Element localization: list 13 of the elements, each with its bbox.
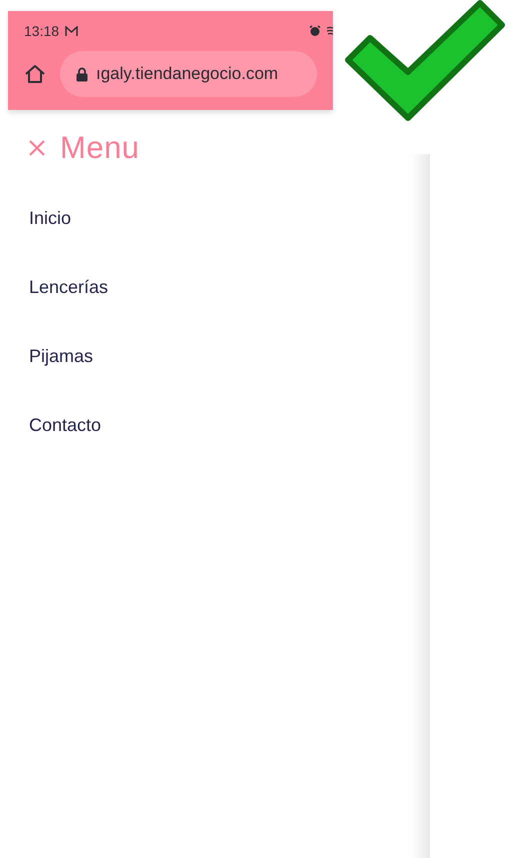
menu-item[interactable]: Lencerías xyxy=(29,277,108,298)
wifi-icon xyxy=(327,25,333,37)
lock-icon xyxy=(76,66,88,82)
mail-icon xyxy=(65,26,78,36)
menu-item[interactable]: Pijamas xyxy=(29,346,94,367)
status-time: 13:18 xyxy=(24,23,60,39)
address-bar[interactable]: ıgaly.tiendanegocio.com xyxy=(60,51,317,97)
menu-item[interactable]: Inicio xyxy=(29,208,72,229)
menu-item[interactable]: Contacto xyxy=(29,415,102,436)
alarm-icon xyxy=(309,25,321,37)
menu-title: Menu xyxy=(60,130,140,166)
url-text: ıgaly.tiendanegocio.com xyxy=(96,64,278,84)
home-icon[interactable] xyxy=(24,64,46,84)
